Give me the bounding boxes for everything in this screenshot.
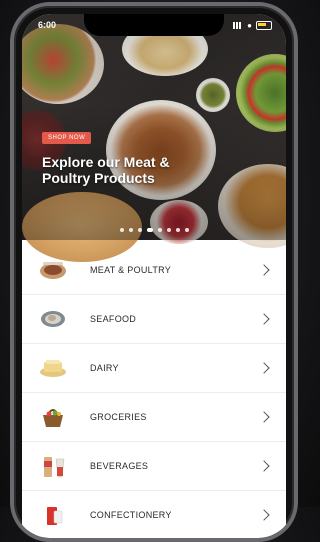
category-label: BEVERAGES: [90, 461, 149, 471]
chevron-right-icon: [258, 411, 270, 423]
status-bar: 6:00 ●: [38, 18, 272, 32]
carousel-dot[interactable]: [157, 228, 162, 232]
signal-icon: [233, 21, 244, 29]
chevron-right-icon: [258, 509, 270, 521]
category-row[interactable]: DAIRY: [22, 344, 286, 393]
hero-banner[interactable]: SHOP NOW Explore our Meat & Poultry Prod…: [22, 14, 286, 262]
carousel-dot[interactable]: [175, 228, 180, 232]
status-time: 6:00: [38, 20, 57, 30]
confectionery-icon: [38, 502, 68, 528]
beverages-icon: [38, 453, 68, 479]
hero-overlay: [22, 14, 286, 240]
category-row[interactable]: CONFECTIONERY: [22, 491, 286, 538]
battery-icon: [256, 20, 272, 30]
category-row[interactable]: MEAT & POULTRY: [22, 246, 286, 295]
carousel-dot[interactable]: [128, 228, 133, 232]
dairy-icon: [38, 355, 68, 381]
chevron-right-icon: [258, 313, 270, 325]
chevron-right-icon: [258, 460, 270, 472]
shop-now-button[interactable]: SHOP NOW: [42, 132, 92, 144]
chevron-right-icon: [258, 264, 270, 276]
carousel-dot[interactable]: [137, 228, 142, 232]
category-row[interactable]: SEAFOOD: [22, 295, 286, 344]
hero-title: Explore our Meat & Poultry Products: [42, 154, 170, 186]
wifi-icon: ●: [247, 20, 252, 30]
category-label: GROCERIES: [90, 412, 147, 422]
category-list: MEAT & POULTRY SEAFOOD DAIRY GROCERIES B…: [22, 246, 286, 538]
carousel-dot[interactable]: [166, 228, 171, 232]
seafood-icon: [38, 306, 68, 332]
phone-frame: SHOP NOW Explore our Meat & Poultry Prod…: [10, 2, 298, 542]
carousel-dot[interactable]: [119, 228, 124, 232]
carousel-dot[interactable]: [146, 228, 153, 232]
chevron-right-icon: [258, 362, 270, 374]
category-label: MEAT & POULTRY: [90, 265, 172, 275]
meat-icon: [38, 257, 68, 283]
category-row[interactable]: BEVERAGES: [22, 442, 286, 491]
carousel-dot[interactable]: [184, 228, 189, 232]
category-label: DAIRY: [90, 363, 119, 373]
category-label: CONFECTIONERY: [90, 510, 172, 520]
carousel-indicators[interactable]: [22, 228, 286, 232]
groceries-icon: [38, 404, 68, 430]
category-label: SEAFOOD: [90, 314, 137, 324]
category-row[interactable]: GROCERIES: [22, 393, 286, 442]
app-screen: SHOP NOW Explore our Meat & Poultry Prod…: [22, 14, 286, 538]
status-icons: ●: [233, 20, 272, 30]
